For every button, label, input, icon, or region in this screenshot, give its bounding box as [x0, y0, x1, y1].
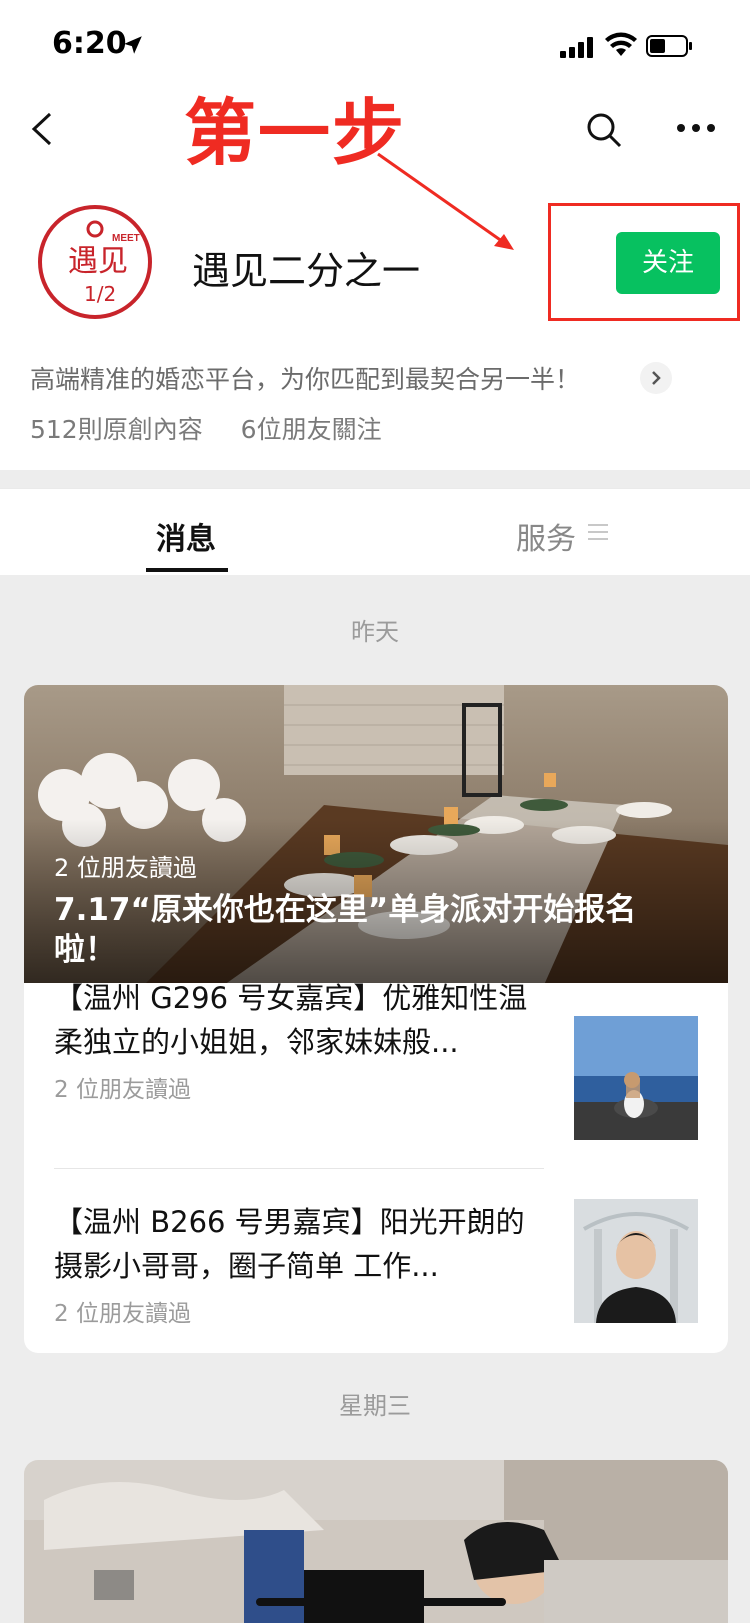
logo-text-main: 遇见 [68, 244, 128, 279]
article-readers-count: 2 位朋友讀過 [54, 1301, 191, 1327]
tab-services[interactable]: 服务 [516, 514, 576, 558]
home-indicator[interactable] [256, 1598, 506, 1606]
article-title[interactable]: 【温州 G296 号女嘉宾】优雅知性温柔独立的小姐姐，邻家妹妹般... [54, 976, 544, 1064]
logo-text-meet: MEET [112, 233, 140, 244]
active-tab-indicator [146, 568, 228, 572]
stat-friends-following[interactable]: 6位朋友關注 [241, 415, 382, 444]
back-icon[interactable] [30, 112, 54, 146]
more-icon[interactable] [676, 122, 716, 134]
article-readers-count: 2 位朋友讀過 [54, 1077, 191, 1103]
date-label-wednesday: 星期三 [339, 1392, 411, 1420]
location-arrow-icon [124, 36, 142, 54]
account-name: 遇见二分之一 [192, 249, 421, 293]
description-chevron[interactable] [640, 362, 672, 394]
stat-articles: 512則原創內容 [30, 415, 203, 444]
seaside-photo-image [574, 1016, 698, 1140]
account-logo[interactable]: MEET 遇见 1/2 [38, 205, 152, 319]
hero-readers-count: 2 位朋友讀過 [54, 854, 197, 882]
logo-mark-icon: MEET 遇见 1/2 [68, 220, 140, 306]
menu-icon[interactable] [588, 523, 608, 541]
chevron-right-icon [652, 371, 661, 385]
cellular-signal-icon [560, 37, 593, 58]
battery-icon [646, 35, 692, 57]
status-time: 6:20 [52, 26, 127, 61]
hero-article-title[interactable]: 7.17“原来你也在这里”单身派对开始报名啦！ [54, 890, 674, 970]
logo-text-fraction: 1/2 [84, 282, 116, 306]
search-icon[interactable] [586, 112, 622, 148]
tab-bar [0, 488, 750, 575]
account-stats: 512則原創內容 6位朋友關注 [30, 410, 412, 446]
article-title[interactable]: 【温州 B266 号男嘉宾】阳光开朗的摄影小哥哥，圈子简单 工作... [54, 1200, 544, 1288]
article-divider [54, 1168, 544, 1169]
account-description[interactable]: 高端精准的婚恋平台，为你匹配到最契合另一半！ [30, 360, 580, 396]
tab-messages[interactable]: 消息 [156, 514, 216, 558]
article-thumbnail[interactable] [574, 1016, 698, 1140]
date-label-yesterday: 昨天 [351, 618, 399, 646]
article-thumbnail[interactable] [574, 1199, 698, 1323]
follow-button[interactable]: 关注 [616, 232, 720, 294]
wifi-icon [605, 32, 637, 56]
portrait-photo-image [574, 1199, 698, 1323]
